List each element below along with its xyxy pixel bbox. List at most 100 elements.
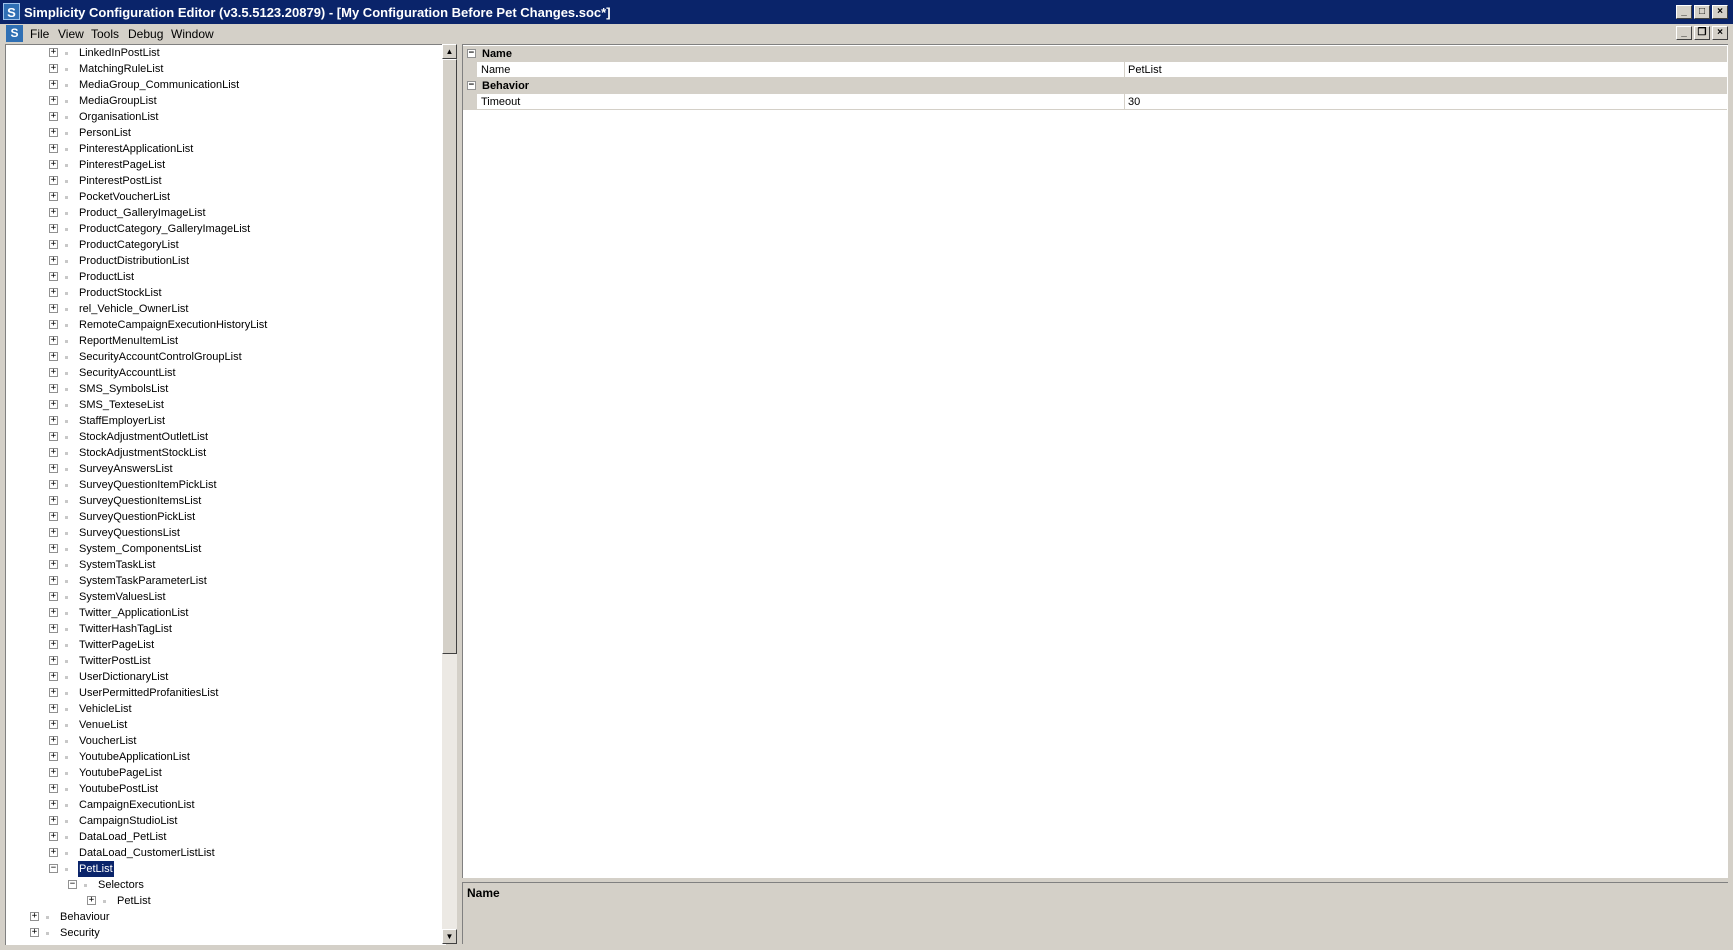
tree-item-label[interactable]: Selectors	[98, 877, 144, 893]
expand-icon[interactable]: +	[49, 176, 58, 185]
expand-icon[interactable]: +	[49, 496, 58, 505]
tree-item-label[interactable]: ProductDistributionList	[79, 253, 189, 269]
expand-icon[interactable]: +	[49, 96, 58, 105]
tree-item[interactable]: + PocketVoucherList	[6, 189, 442, 205]
tree-item-label[interactable]: VehicleList	[79, 701, 132, 717]
tree-item-label[interactable]: CampaignExecutionList	[79, 797, 195, 813]
expand-icon[interactable]: +	[49, 512, 58, 521]
child-restore-icon[interactable]: ❐	[1694, 26, 1710, 40]
tree-item-label[interactable]: rel_Vehicle_OwnerList	[79, 301, 188, 317]
expand-icon[interactable]: +	[49, 288, 58, 297]
scroll-down-icon[interactable]: ▼	[442, 929, 457, 944]
tree-item-label[interactable]: SurveyQuestionItemPickList	[79, 477, 217, 493]
tree-item-label[interactable]: ProductCategoryList	[79, 237, 179, 253]
tree-item[interactable]: + VehicleList	[6, 701, 442, 717]
tree-item[interactable]: + StockAdjustmentStockList	[6, 445, 442, 461]
menu-window[interactable]: Window	[169, 27, 216, 41]
tree-item-label[interactable]: DataLoad_PetList	[79, 829, 166, 845]
tree-item-label[interactable]: MediaGroupList	[79, 93, 157, 109]
expand-icon[interactable]: +	[87, 896, 96, 905]
tree-item-label[interactable]: MediaGroup_CommunicationList	[79, 77, 239, 93]
expand-icon[interactable]: +	[49, 272, 58, 281]
tree-item[interactable]: + TwitterPageList	[6, 637, 442, 653]
property-value[interactable]: 30	[1124, 94, 1730, 109]
tree-item-label[interactable]: SystemTaskParameterList	[79, 573, 207, 589]
expand-icon[interactable]: +	[49, 464, 58, 473]
expand-icon[interactable]: +	[49, 688, 58, 697]
tree-item[interactable]: + PinterestApplicationList	[6, 141, 442, 157]
tree-item[interactable]: + ProductList	[6, 269, 442, 285]
tree-item[interactable]: + Product_GalleryImageList	[6, 205, 442, 221]
tree-item[interactable]: + LinkedInPostList	[6, 45, 442, 61]
expand-icon[interactable]: +	[49, 416, 58, 425]
tree-item[interactable]: + StockAdjustmentOutletList	[6, 429, 442, 445]
menu-file[interactable]: File	[28, 27, 51, 41]
tree-item[interactable]: + Security	[6, 925, 442, 941]
tree-item[interactable]: + PinterestPageList	[6, 157, 442, 173]
tree-item[interactable]: + TwitterPostList	[6, 653, 442, 669]
property-row-timeout[interactable]: Timeout 30	[463, 94, 1727, 110]
expand-icon[interactable]: +	[49, 608, 58, 617]
child-minimize-icon[interactable]: _	[1676, 26, 1692, 40]
tree-item-label[interactable]: TwitterPostList	[79, 653, 151, 669]
tree-item-label[interactable]: PinterestPostList	[79, 173, 162, 189]
tree-item[interactable]: + MediaGroupList	[6, 93, 442, 109]
tree-item[interactable]: − PetList	[6, 860, 442, 878]
tree-item[interactable]: + SystemTaskParameterList	[6, 573, 442, 589]
expand-icon[interactable]: +	[49, 352, 58, 361]
tree-item[interactable]: + MediaGroup_CommunicationList	[6, 77, 442, 93]
category-behavior[interactable]: − Behavior	[463, 78, 1727, 94]
tree-item-label[interactable]: SurveyQuestionItemsList	[79, 493, 201, 509]
property-row-name[interactable]: Name PetList	[463, 62, 1727, 78]
tree-item[interactable]: + SurveyQuestionPickList	[6, 509, 442, 525]
tree-item[interactable]: − Selectors	[6, 877, 442, 893]
tree-item[interactable]: + rel_Vehicle_OwnerList	[6, 301, 442, 317]
tree-item[interactable]: + PinterestPostList	[6, 173, 442, 189]
tree-item[interactable]: + ProductCategory_GalleryImageList	[6, 221, 442, 237]
tree-item-label[interactable]: StockAdjustmentStockList	[79, 445, 206, 461]
tree-item[interactable]: + SurveyQuestionsList	[6, 525, 442, 541]
maximize-icon[interactable]: □	[1694, 5, 1710, 19]
tree-item[interactable]: + SMS_TexteseList	[6, 397, 442, 413]
tree-item-label[interactable]: SMS_TexteseList	[79, 397, 164, 413]
expand-icon[interactable]: +	[49, 432, 58, 441]
tree-item-label[interactable]: CampaignStudioList	[79, 813, 177, 829]
tree-item-label[interactable]: SMS_SymbolsList	[79, 381, 168, 397]
tree-item-label[interactable]: PetList	[77, 860, 115, 878]
tree-item[interactable]: + OrganisationList	[6, 109, 442, 125]
tree-item-label[interactable]: UserDictionaryList	[79, 669, 168, 685]
expand-icon[interactable]: +	[49, 256, 58, 265]
expand-icon[interactable]: +	[49, 160, 58, 169]
tree-item[interactable]: + Twitter_ApplicationList	[6, 605, 442, 621]
tree-item[interactable]: + YoutubePostList	[6, 781, 442, 797]
expand-icon[interactable]: +	[49, 752, 58, 761]
tree-item-label[interactable]: Security	[60, 925, 100, 941]
menu-tools[interactable]: Tools	[89, 27, 121, 41]
tree-item[interactable]: + System_ComponentsList	[6, 541, 442, 557]
expand-icon[interactable]: +	[49, 672, 58, 681]
tree-item-label[interactable]: SurveyQuestionPickList	[79, 509, 195, 525]
tree-item-label[interactable]: PetList	[117, 893, 151, 909]
tree-item[interactable]: + StaffEmployerList	[6, 413, 442, 429]
tree-item[interactable]: + CampaignExecutionList	[6, 797, 442, 813]
expand-icon[interactable]: +	[49, 736, 58, 745]
tree-item[interactable]: + Behaviour	[6, 909, 442, 925]
expand-icon[interactable]: +	[49, 480, 58, 489]
tree-item[interactable]: + SurveyAnswersList	[6, 461, 442, 477]
tree-item[interactable]: + SystemValuesList	[6, 589, 442, 605]
tree-item-label[interactable]: VenueList	[79, 717, 127, 733]
tree-item[interactable]: + YoutubePageList	[6, 765, 442, 781]
expand-icon[interactable]: +	[49, 368, 58, 377]
expand-icon[interactable]: +	[49, 704, 58, 713]
tree-item[interactable]: + VoucherList	[6, 733, 442, 749]
tree-item-label[interactable]: System_ComponentsList	[79, 541, 201, 557]
expand-icon[interactable]: +	[49, 656, 58, 665]
expand-icon[interactable]: +	[49, 768, 58, 777]
expand-icon[interactable]: +	[49, 448, 58, 457]
tree-item-label[interactable]: TwitterPageList	[79, 637, 154, 653]
expand-icon[interactable]: +	[49, 320, 58, 329]
tree-item-label[interactable]: YoutubeApplicationList	[79, 749, 190, 765]
tree-item[interactable]: + YoutubeApplicationList	[6, 749, 442, 765]
scroll-thumb[interactable]	[442, 59, 457, 654]
tree-item[interactable]: + ProductDistributionList	[6, 253, 442, 269]
